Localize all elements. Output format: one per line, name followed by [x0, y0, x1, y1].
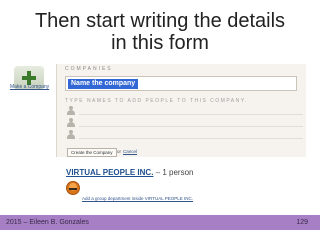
slide-title-line-2: in this form — [111, 32, 209, 54]
page-number: 129 — [296, 219, 308, 226]
create-company-button[interactable]: Create the Company — [67, 148, 117, 157]
form-header: COMPANIES — [65, 66, 113, 72]
slide-title: Then start writing the details in this f… — [0, 10, 320, 54]
new-company-form: COMPANIES Name the company TYPE NAMES TO… — [56, 64, 306, 157]
person-field-line — [79, 138, 303, 139]
app-screenshot: Make a Company COMPANIES Name the compan… — [8, 64, 306, 201]
person-field[interactable] — [67, 130, 303, 140]
make-company-link[interactable]: Make a Company — [10, 84, 49, 90]
person-field-line — [79, 126, 303, 127]
person-field-line — [79, 114, 303, 115]
or-text: or — [117, 149, 122, 154]
company-people-count: 1 person — [162, 168, 194, 177]
company-separator: – — [155, 168, 161, 177]
add-people-caption: TYPE NAMES TO ADD PEOPLE TO THIS COMPANY… — [65, 98, 248, 104]
sidebar: Make a Company — [8, 64, 49, 184]
person-icon — [67, 106, 75, 115]
slide-footer: 2015 – Eileen B. Gonzales 129 — [0, 215, 320, 230]
company-name-value: Name the company — [68, 79, 139, 89]
company-name-input[interactable]: Name the company — [65, 76, 297, 91]
person-field[interactable] — [67, 118, 303, 128]
company-avatar — [66, 181, 80, 195]
footer-credit: 2015 – Eileen B. Gonzales — [6, 219, 89, 226]
cancel-link[interactable]: Cancel — [123, 149, 137, 154]
company-name-link[interactable]: VIRTUAL PEOPLE INC. — [66, 168, 153, 177]
person-icon — [67, 130, 75, 139]
slide-title-line-1: Then start writing the details — [34, 10, 286, 32]
add-department-link[interactable]: Add a group department inside VIRTUAL PE… — [82, 196, 193, 201]
person-icon — [67, 118, 75, 127]
person-field[interactable] — [67, 106, 303, 116]
company-entry: VIRTUAL PEOPLE INC. – 1 person — [66, 168, 193, 177]
